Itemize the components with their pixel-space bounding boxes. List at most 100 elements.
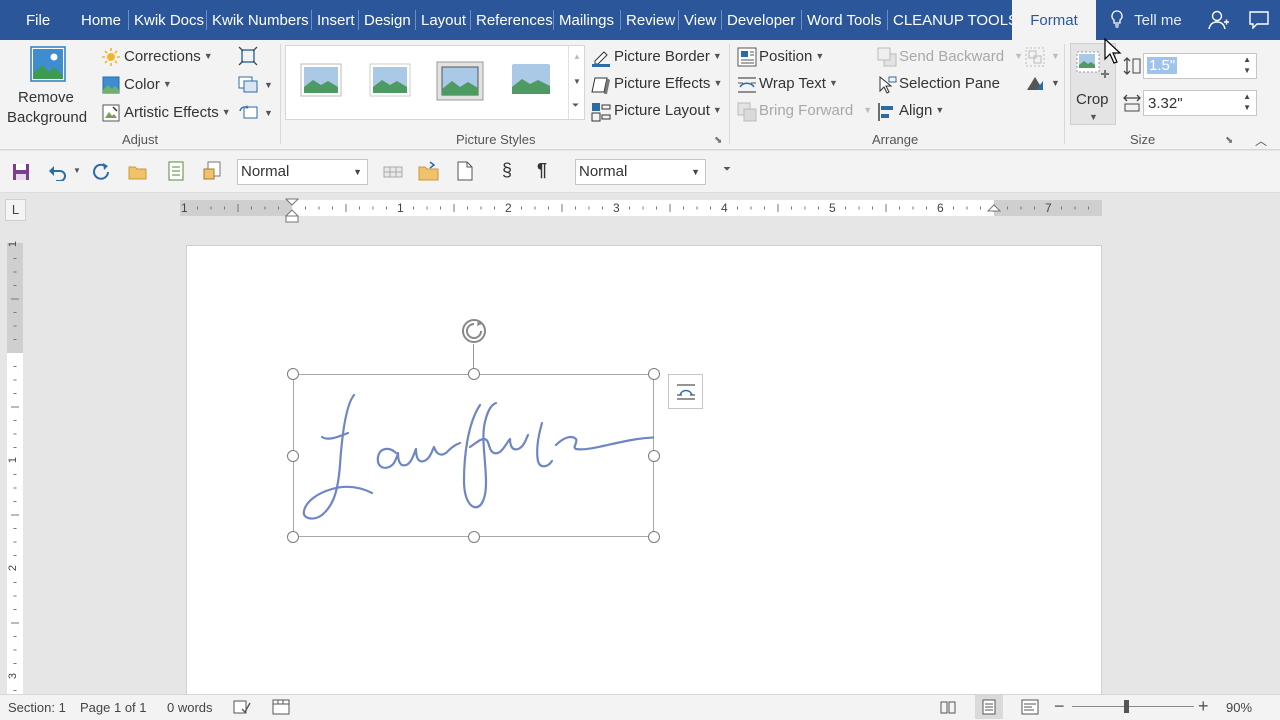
send-backward-button[interactable]: Send Backward ▼ — [899, 48, 1023, 65]
zoom-level[interactable]: 90% — [1226, 700, 1252, 715]
picture-styles-launcher-icon[interactable]: ⬊ — [714, 135, 722, 146]
read-mode-icon[interactable] — [940, 699, 956, 715]
layout-options-button[interactable] — [668, 374, 703, 409]
compress-pictures-icon[interactable] — [238, 46, 258, 66]
group-divider — [1064, 44, 1065, 144]
chevron-down-icon[interactable]: ▼ — [573, 77, 581, 86]
redo-icon[interactable] — [92, 163, 112, 181]
print-preview-icon[interactable] — [166, 161, 186, 181]
selection-pane-button[interactable]: Selection Pane — [899, 75, 1000, 92]
bring-forward-button[interactable]: Bring Forward ▼ — [759, 102, 872, 119]
quick-print-icon[interactable] — [203, 161, 223, 181]
picture-style-shadow[interactable] — [436, 61, 484, 101]
indent-marker-icon[interactable] — [285, 198, 299, 224]
share-person-icon[interactable] — [1208, 10, 1230, 30]
corrections-button[interactable]: Corrections ▼ — [124, 48, 213, 65]
table-icon[interactable] — [383, 164, 403, 180]
open-folder-icon[interactable] — [128, 163, 148, 181]
reset-picture-button[interactable]: ▼ — [238, 102, 273, 125]
status-section[interactable]: Section: 1 — [8, 700, 66, 715]
gallery-scroll[interactable]: ▲ ▼ ⏷ — [568, 46, 585, 119]
document-page[interactable] — [186, 245, 1102, 695]
zoom-slider-track[interactable] — [1072, 706, 1194, 707]
picture-effects-button[interactable]: Picture Effects ▼ — [614, 75, 722, 92]
picture-layout-button[interactable]: Picture Layout ▼ — [614, 102, 722, 119]
new-document-icon[interactable] — [456, 161, 474, 181]
group-objects-button[interactable]: ▼ — [1025, 47, 1060, 70]
tab-insert[interactable]: Insert — [317, 0, 355, 40]
resize-handle[interactable] — [287, 368, 299, 380]
chevron-down-icon: ▼ — [863, 105, 873, 115]
customize-qat-icon[interactable]: ⏷ — [723, 164, 731, 175]
chevron-down-icon: ▼ — [1051, 51, 1060, 61]
picture-style-simple-frame[interactable] — [300, 63, 342, 97]
tab-file[interactable]: File — [26, 0, 50, 40]
tab-references[interactable]: References — [476, 0, 553, 40]
artistic-effects-label: Artistic Effects — [124, 104, 219, 121]
print-layout-button[interactable] — [975, 695, 1003, 719]
wrap-text-button[interactable]: Wrap Text ▼ — [759, 75, 838, 92]
remove-background-button[interactable] — [30, 46, 66, 85]
zoom-in-button[interactable]: + — [1198, 696, 1209, 717]
spin-up-icon[interactable]: ▲ — [1243, 55, 1251, 64]
right-indent-marker-icon[interactable] — [987, 204, 1001, 218]
tab-kwik-numbers[interactable]: Kwik Numbers — [212, 0, 309, 40]
style-select-right[interactable]: Normal ▼ — [575, 159, 706, 185]
signature-picture[interactable] — [293, 374, 654, 537]
size-launcher-icon[interactable]: ⬊ — [1225, 135, 1233, 146]
spin-up-icon[interactable]: ▲ — [1243, 92, 1251, 101]
section-sign-button[interactable]: § — [502, 160, 512, 181]
spin-down-icon[interactable]: ▼ — [1243, 66, 1251, 75]
chevron-down-icon[interactable]: ▼ — [73, 166, 81, 175]
tab-word-tools[interactable]: Word Tools — [807, 0, 881, 40]
tab-layout[interactable]: Layout — [421, 0, 466, 40]
tab-view[interactable]: View — [684, 0, 716, 40]
rotate-objects-button[interactable]: ▼ — [1025, 74, 1060, 97]
artistic-effects-button[interactable]: Artistic Effects ▼ — [124, 104, 231, 121]
save-icon[interactable] — [12, 163, 30, 181]
macro-recording-icon[interactable] — [272, 699, 290, 715]
resize-handle[interactable] — [648, 531, 660, 543]
rotate-handle-icon[interactable] — [459, 316, 489, 346]
picture-style-reflected[interactable] — [509, 63, 553, 97]
undo-icon[interactable] — [48, 163, 68, 181]
open-recent-icon[interactable] — [418, 161, 440, 181]
web-layout-icon[interactable] — [1021, 699, 1039, 715]
tab-home[interactable]: Home — [81, 0, 121, 40]
align-button[interactable]: Align ▼ — [899, 102, 944, 119]
shape-height-input[interactable]: 1.5" ▲ ▼ — [1143, 53, 1257, 79]
color-button[interactable]: Color ▼ — [124, 76, 172, 93]
position-button[interactable]: Position ▼ — [759, 48, 824, 65]
status-page[interactable]: Page 1 of 1 — [80, 700, 147, 715]
shape-width-input[interactable]: 3.32" ▲ ▼ — [1143, 90, 1257, 116]
comments-icon[interactable] — [1249, 11, 1269, 29]
chevron-up-icon[interactable]: ▲ — [573, 52, 581, 61]
show-formatting-button[interactable]: ¶ — [537, 160, 547, 181]
tab-mailings[interactable]: Mailings — [559, 0, 614, 40]
resize-handle[interactable] — [648, 368, 660, 380]
status-words[interactable]: 0 words — [167, 700, 213, 715]
tab-review[interactable]: Review — [626, 0, 675, 40]
resize-handle[interactable] — [467, 531, 480, 543]
style-select-left[interactable]: Normal ▼ — [237, 159, 368, 185]
gallery-expand-icon[interactable]: ⏷ — [572, 100, 579, 111]
tab-stop-selector[interactable]: L — [5, 199, 26, 221]
resize-handle[interactable] — [287, 449, 299, 462]
resize-handle[interactable] — [287, 531, 299, 543]
tab-kwik-docs[interactable]: Kwik Docs — [134, 0, 204, 40]
tab-cleanup-tools[interactable]: CLEANUP TOOLS — [893, 0, 1018, 40]
tab-format[interactable]: Format — [1012, 0, 1096, 40]
tell-me-box[interactable]: Tell me — [1110, 0, 1182, 40]
change-picture-button[interactable]: ▼ — [238, 74, 273, 97]
resize-handle[interactable] — [467, 368, 480, 380]
tab-developer[interactable]: Developer — [727, 0, 795, 40]
picture-border-button[interactable]: Picture Border ▼ — [614, 48, 722, 65]
tab-design[interactable]: Design — [364, 0, 411, 40]
proofing-icon[interactable] — [233, 699, 251, 715]
collapse-ribbon-icon[interactable]: ︿ — [1255, 132, 1267, 149]
zoom-out-button[interactable]: − — [1054, 696, 1065, 717]
resize-handle[interactable] — [648, 449, 660, 462]
zoom-slider-thumb[interactable] — [1124, 700, 1130, 713]
picture-style-soft-edge[interactable] — [369, 63, 411, 97]
spin-down-icon[interactable]: ▼ — [1243, 103, 1251, 112]
